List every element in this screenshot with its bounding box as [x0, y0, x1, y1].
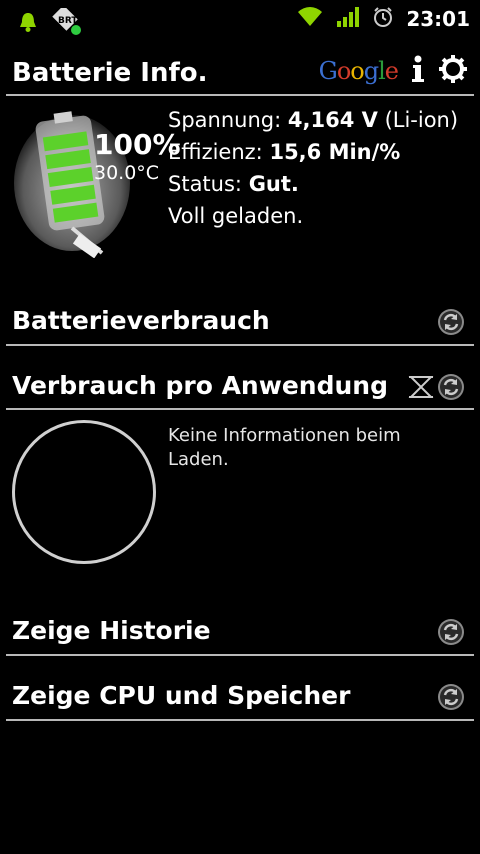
- section-usage-per-app[interactable]: Verbrauch pro Anwendung: [12, 371, 388, 400]
- expand-icon[interactable]: [407, 373, 435, 401]
- section-history[interactable]: Zeige Historie: [12, 616, 211, 645]
- svg-text:BRT: BRT: [58, 16, 78, 26]
- notification-app-icon: BRT: [52, 5, 82, 40]
- section-battery-usage[interactable]: Batterieverbrauch: [12, 306, 270, 335]
- info-icon[interactable]: [410, 55, 426, 87]
- battery-temperature: 30.0°C: [94, 162, 160, 184]
- section-divider: [6, 408, 474, 410]
- voltage-label: Spannung:: [168, 108, 282, 132]
- signal-icon: [336, 6, 360, 32]
- battery-summary[interactable]: 100% 30.0°C Spannung: 4,164 V (Li-ion) E…: [0, 100, 480, 260]
- alarm-icon: [372, 6, 394, 32]
- refresh-icon[interactable]: [437, 373, 465, 401]
- section-divider: [6, 719, 474, 721]
- usage-pie-chart: [12, 420, 156, 564]
- empty-state-message: Keine Informationen beim Laden.: [168, 425, 401, 470]
- voltage-value: 4,164 V: [287, 108, 378, 132]
- header-divider: [6, 94, 474, 96]
- settings-icon[interactable]: [438, 54, 468, 88]
- status-label: Status:: [168, 172, 242, 196]
- refresh-icon[interactable]: [437, 618, 465, 646]
- battery-chemistry: (Li-ion): [384, 108, 459, 132]
- section-cpu-memory[interactable]: Zeige CPU und Speicher: [12, 681, 350, 710]
- status-bar: BRT 23:01: [0, 0, 480, 38]
- status-row: Status: Gut.: [168, 172, 299, 196]
- section-divider: [6, 344, 474, 346]
- page-title: Batterie Info.: [12, 58, 208, 88]
- efficiency-row: Effizienz: 15,6 Min/%: [168, 140, 400, 164]
- google-logo[interactable]: Google: [319, 57, 399, 85]
- clock-time: 23:01: [406, 7, 470, 31]
- refresh-icon[interactable]: [437, 308, 465, 336]
- status-value: Gut.: [248, 172, 299, 196]
- voltage-row: Spannung: 4,164 V (Li-ion): [168, 108, 458, 132]
- efficiency-value: 15,6 Min/%: [269, 140, 401, 164]
- bell-icon: [18, 11, 38, 37]
- charge-state: Voll geladen.: [168, 204, 304, 228]
- refresh-icon[interactable]: [437, 683, 465, 711]
- efficiency-label: Effizienz:: [168, 140, 263, 164]
- app-header: Batterie Info. Google: [0, 44, 480, 96]
- wifi-icon: [296, 6, 324, 32]
- section-divider: [6, 654, 474, 656]
